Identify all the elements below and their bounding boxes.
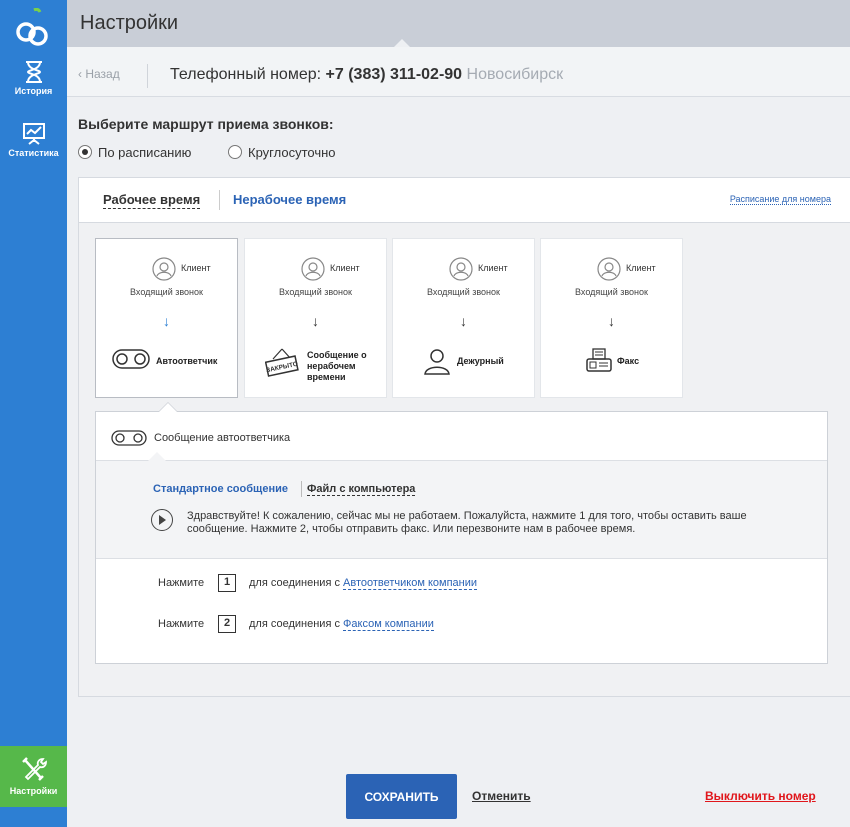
incoming-call-label: Входящий звонок (130, 287, 203, 297)
sidebar-item-label: История (14, 86, 53, 96)
route-card-fax[interactable]: Клиент Входящий звонок ↓ Факс (540, 238, 683, 398)
header-bar: Настройки (67, 0, 850, 48)
save-button[interactable]: СОХРАНИТЬ (346, 774, 457, 819)
radio-unchecked-icon (228, 145, 242, 159)
arrow-down-icon: ↓ (608, 313, 615, 329)
sidebar-item-label: Настройки (9, 786, 58, 796)
person-icon (424, 349, 450, 375)
phone-number: +7 (383) 311-02-90 (325, 66, 463, 83)
sidebar-item-settings[interactable]: Настройки (0, 746, 67, 807)
user-circle-icon (449, 257, 473, 281)
destination-label: Сообщение о нерабочем времени (307, 350, 367, 382)
tape-icon (111, 430, 147, 446)
time-tabs: Рабочее время Нерабочее время Расписание… (79, 178, 850, 223)
divider (219, 190, 220, 210)
fax-link[interactable]: Факсом компании (343, 618, 434, 631)
destination-label: Факс (617, 356, 640, 366)
radio-checked-icon (78, 145, 92, 159)
tab-file-from-computer[interactable]: Файл с компьютера (307, 483, 416, 496)
phone-info: Телефонный номер: +7 (383) 311-02-90 Нов… (170, 66, 564, 83)
radio-round-the-clock[interactable]: Круглосуточно (228, 145, 336, 160)
sidebar-item-statistics[interactable]: Статистика (0, 122, 67, 172)
tab-standard-message[interactable]: Стандартное сообщение (153, 483, 288, 495)
sidebar-item-history[interactable]: История (0, 60, 67, 110)
destination-label: Дежурный (457, 356, 504, 366)
route-card-closed-message[interactable]: Клиент Входящий звонок ↓ ЗАКРЫТО Сообщен… (244, 238, 387, 398)
city-name: Новосибирск (466, 66, 564, 83)
answering-machine-title: Сообщение автоответчика (154, 432, 291, 444)
user-circle-icon (597, 257, 621, 281)
closed-sign-icon: ЗАКРЫТО (265, 348, 299, 377)
panel-notch (148, 452, 166, 461)
sidebar-item-label: Статистика (8, 148, 59, 158)
back-button[interactable]: ‹ Назад (78, 67, 120, 81)
page-title: Настройки (80, 12, 179, 34)
arrow-down-icon: ↓ (163, 313, 170, 329)
logo-icon (16, 8, 48, 46)
user-circle-icon (301, 257, 325, 281)
answering-machine-link[interactable]: Автоответчиком компании (343, 577, 478, 590)
panel-notch (158, 402, 178, 412)
key-badge: 2 (218, 615, 236, 633)
tape-icon (112, 349, 150, 369)
user-circle-icon (152, 257, 176, 281)
key-row-1: Нажмите 1 для соединения с Автоответчико… (158, 574, 478, 592)
route-label: Выберите маршрут приема звонков: (78, 116, 334, 132)
play-icon[interactable] (151, 509, 173, 531)
incoming-call-label: Входящий звонок (575, 287, 648, 297)
tab-work-time[interactable]: Рабочее время (103, 192, 201, 209)
chart-board-icon (22, 123, 45, 145)
sidebar: История Статистика Настройки (0, 0, 67, 827)
arrow-down-icon: ↓ (312, 313, 319, 329)
tools-icon (21, 757, 47, 781)
divider (301, 481, 302, 497)
answering-machine-header: Сообщение автоответчика (96, 412, 827, 461)
phone-bar: ‹ Назад Телефонный номер: +7 (383) 311-0… (67, 47, 850, 97)
cancel-button[interactable]: Отменить (472, 789, 531, 803)
arrow-down-icon: ↓ (460, 313, 467, 329)
disable-number-button[interactable]: Выключить номер (705, 789, 816, 803)
fax-icon (586, 348, 612, 372)
key-row-2: Нажмите 2 для соединения с Факсом компан… (158, 615, 434, 633)
answering-machine-panel: Сообщение автоответчика Стандартное сооб… (95, 402, 828, 664)
chevron-left-icon: ‹ (78, 67, 82, 81)
divider (147, 64, 148, 88)
route-card-duty-operator[interactable]: Клиент Входящий звонок ↓ Дежурный (392, 238, 535, 398)
tab-non-work-time[interactable]: Нерабочее время (233, 192, 346, 207)
key-badge: 1 (218, 574, 236, 592)
message-area: Стандартное сообщение Файл с компьютера … (96, 461, 827, 559)
schedule-link[interactable]: Расписание для номера (729, 194, 831, 205)
incoming-call-label: Входящий звонок (279, 287, 352, 297)
incoming-call-label: Входящий звонок (427, 287, 500, 297)
route-card-answering-machine[interactable]: Клиент Входящий звонок ↓ Автоответчик (95, 238, 238, 398)
destination-label: Автоответчик (156, 356, 218, 366)
message-text: Здравствуйте! К сожалению, сейчас мы не … (187, 510, 747, 535)
radio-by-schedule[interactable]: По расписанию (78, 145, 191, 160)
hourglass-icon (25, 61, 42, 83)
